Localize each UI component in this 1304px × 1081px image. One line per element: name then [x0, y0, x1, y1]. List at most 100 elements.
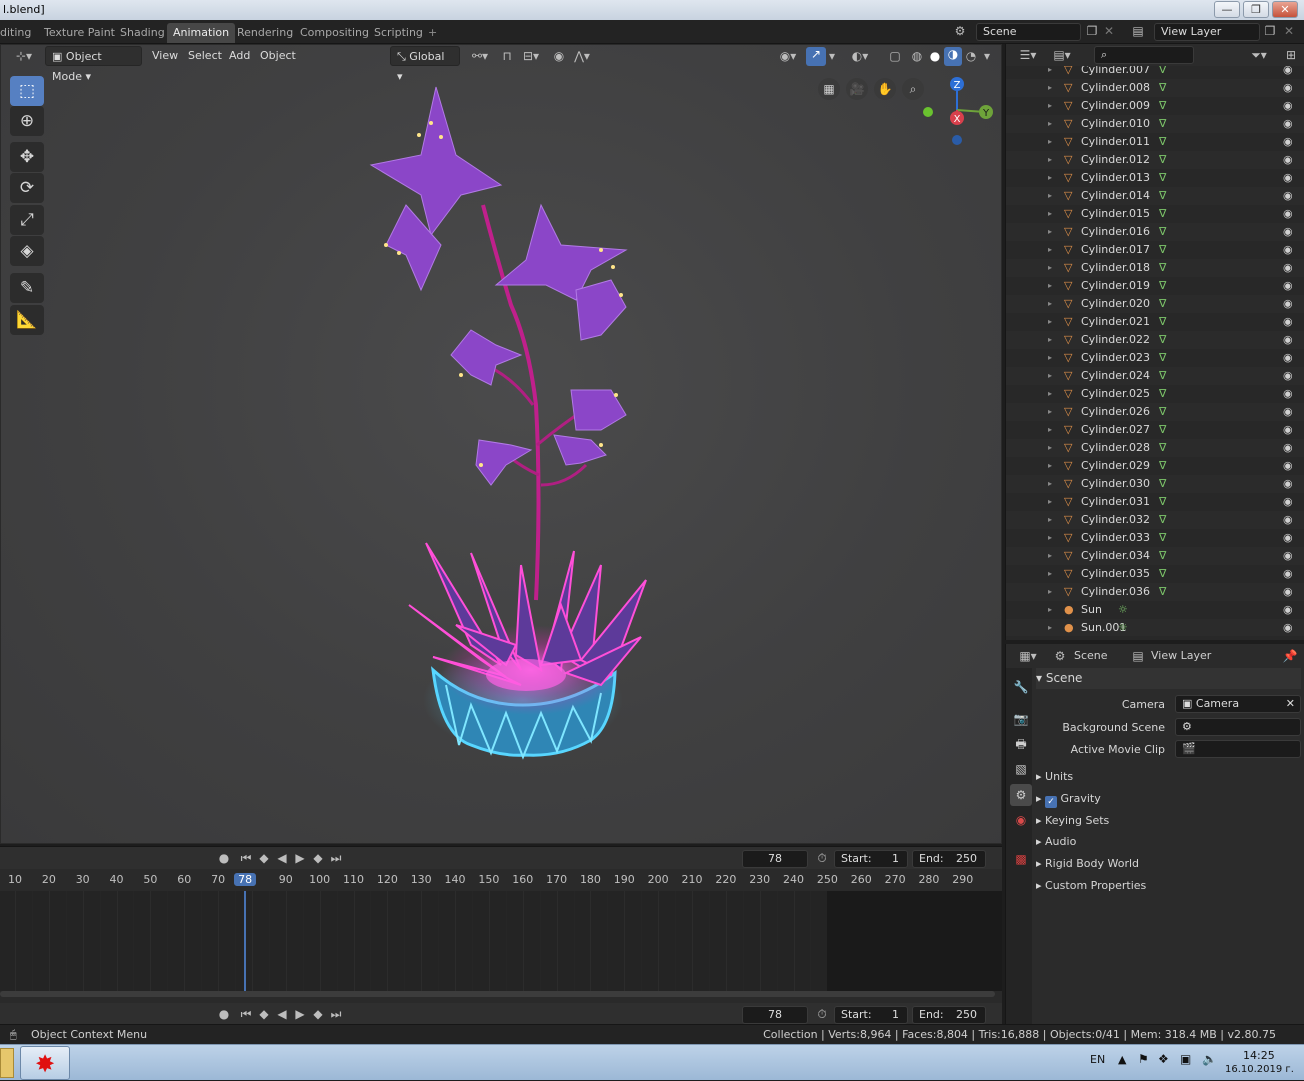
object-name[interactable]: Cylinder.020 — [1081, 295, 1150, 313]
object-name[interactable]: Cylinder.028 — [1081, 439, 1150, 457]
pin-icon[interactable]: 📌 — [1282, 649, 1298, 663]
object-name[interactable]: Cylinder.035 — [1081, 565, 1150, 583]
mode-dropdown[interactable]: ▣ Object Mode ▾ — [45, 46, 142, 83]
jump-start-icon[interactable]: ⏮ — [238, 851, 254, 866]
snap-icon[interactable]: ⊓ — [498, 49, 516, 63]
eye-icon[interactable]: ◉ — [1283, 583, 1293, 601]
language-indicator[interactable]: EN — [1090, 1053, 1105, 1066]
delete-scene-icon[interactable]: ✕ — [1102, 24, 1116, 38]
expand-arrow-icon[interactable]: ▸ — [1048, 241, 1052, 259]
snap-target-icon[interactable]: ⊟▾ — [518, 49, 544, 63]
expand-arrow-icon[interactable]: ▸ — [1048, 565, 1052, 583]
scene-tab-icon[interactable]: ⚙ — [1010, 784, 1032, 806]
play-icon[interactable]: ▶ — [292, 851, 308, 865]
new-collection-icon[interactable]: ⊞ — [1282, 48, 1300, 62]
camera-field[interactable]: ▣ Camera ✕ — [1175, 695, 1301, 713]
eye-icon[interactable]: ◉ — [1283, 115, 1293, 133]
outliner-row[interactable]: ▸ ▽ Cylinder.011 ∇ ◉ — [1006, 133, 1304, 151]
clear-camera-icon[interactable]: ✕ — [1286, 696, 1295, 712]
scene-panel-header[interactable]: ▾ Scene — [1036, 668, 1301, 689]
tab-shading[interactable]: Shading — [114, 23, 171, 43]
mesh-data-icon[interactable]: ∇ — [1159, 475, 1166, 493]
object-name[interactable]: Cylinder.012 — [1081, 151, 1150, 169]
wireframe-shading-icon[interactable]: ◍ — [908, 49, 926, 63]
expand-arrow-icon[interactable]: ▸ — [1048, 205, 1052, 223]
outliner-row[interactable]: ▸ ▽ Cylinder.023 ∇ ◉ — [1006, 349, 1304, 367]
object-name[interactable]: Cylinder.021 — [1081, 313, 1150, 331]
object-name[interactable]: Cylinder.015 — [1081, 205, 1150, 223]
mesh-data-icon[interactable]: ∇ — [1159, 169, 1166, 187]
stopwatch-icon[interactable]: ⏱ — [814, 1007, 830, 1022]
scale-tool[interactable]: ⤢ — [10, 205, 44, 235]
mesh-data-icon[interactable]: ∇ — [1159, 439, 1166, 457]
tray-expand-icon[interactable]: ▲ — [1118, 1053, 1126, 1066]
expand-arrow-icon[interactable]: ▸ — [1048, 151, 1052, 169]
tab-scripting[interactable]: Scripting — [368, 23, 429, 43]
expand-arrow-icon[interactable]: ▸ — [1048, 97, 1052, 115]
expand-arrow-icon[interactable]: ▸ — [1048, 133, 1052, 151]
expand-arrow-icon[interactable]: ▸ — [1048, 331, 1052, 349]
record-icon[interactable]: ● — [216, 1007, 232, 1021]
mesh-data-icon[interactable]: ∇ — [1159, 115, 1166, 133]
outliner-row[interactable]: ▸ ▽ Cylinder.019 ∇ ◉ — [1006, 277, 1304, 295]
mesh-data-icon[interactable]: ∇ — [1159, 277, 1166, 295]
mesh-data-icon[interactable]: ∇ — [1159, 565, 1166, 583]
delete-view-layer-icon[interactable]: ✕ — [1282, 24, 1296, 38]
units-panel[interactable]: ▸ Units — [1036, 766, 1301, 787]
mesh-data-icon[interactable]: ∇ — [1159, 385, 1166, 403]
jump-start-icon[interactable]: ⏮ — [238, 1007, 254, 1022]
mesh-data-icon[interactable]: ∇ — [1159, 133, 1166, 151]
eye-icon[interactable]: ◉ — [1283, 151, 1293, 169]
timeline-scrollbar[interactable] — [0, 991, 995, 997]
prev-keyframe-icon[interactable]: ◆ — [256, 1007, 272, 1021]
outliner-row[interactable]: ▸ ▽ Cylinder.025 ∇ ◉ — [1006, 385, 1304, 403]
outliner-row[interactable]: ▸ ● Sun.001 ☼ ◉ — [1006, 619, 1304, 636]
next-keyframe-icon[interactable]: ◆ — [310, 851, 326, 865]
volume-icon[interactable]: 🔈 — [1202, 1052, 1217, 1066]
rigid-body-world-panel[interactable]: ▸ Rigid Body World — [1036, 853, 1301, 874]
eye-icon[interactable]: ◉ — [1283, 619, 1293, 636]
object-name[interactable]: Cylinder.027 — [1081, 421, 1150, 439]
outliner-row[interactable]: ▸ ▽ Cylinder.024 ∇ ◉ — [1006, 367, 1304, 385]
display-mode-icon[interactable]: ▤▾ — [1048, 48, 1076, 62]
expand-arrow-icon[interactable]: ▸ — [1048, 223, 1052, 241]
expand-arrow-icon[interactable]: ▸ — [1048, 79, 1052, 97]
object-name[interactable]: Cylinder.033 — [1081, 529, 1150, 547]
eye-icon[interactable]: ◉ — [1283, 493, 1293, 511]
expand-arrow-icon[interactable]: ▸ — [1048, 547, 1052, 565]
expand-arrow-icon[interactable]: ▸ — [1048, 349, 1052, 367]
jump-end-icon[interactable]: ⏭ — [328, 1007, 344, 1022]
eye-icon[interactable]: ◉ — [1283, 529, 1293, 547]
outliner-row[interactable]: ▸ ▽ Cylinder.032 ∇ ◉ — [1006, 511, 1304, 529]
filter-icon[interactable]: ⏷▾ — [1246, 48, 1272, 63]
falloff-icon[interactable]: ⋀▾ — [568, 49, 596, 63]
play-reverse-icon[interactable]: ◀ — [274, 1007, 290, 1021]
tab-compositing[interactable]: Compositing — [294, 23, 375, 43]
eye-icon[interactable]: ◉ — [1283, 169, 1293, 187]
expand-arrow-icon[interactable]: ▸ — [1048, 403, 1052, 421]
mesh-data-icon[interactable]: ∇ — [1159, 547, 1166, 565]
object-name[interactable]: Cylinder.026 — [1081, 403, 1150, 421]
new-scene-icon[interactable]: ❐ — [1084, 24, 1100, 38]
maximize-button[interactable]: ❐ — [1243, 1, 1269, 18]
mesh-data-icon[interactable]: ∇ — [1159, 367, 1166, 385]
camera-view-icon[interactable]: 🎥 — [846, 78, 868, 100]
eye-icon[interactable]: ◉ — [1283, 223, 1293, 241]
transform-tool[interactable]: ◈ — [10, 236, 44, 266]
expand-arrow-icon[interactable]: ▸ — [1048, 511, 1052, 529]
output-tab-icon[interactable]: 🖶 — [1010, 733, 1032, 755]
custom-properties-panel[interactable]: ▸ Custom Properties — [1036, 875, 1301, 896]
tool-tab-icon[interactable]: 🔧 — [1010, 676, 1032, 698]
active-movie-clip-field[interactable]: 🎬 — [1175, 740, 1301, 758]
eye-icon[interactable]: ◉ — [1283, 457, 1293, 475]
properties-editor[interactable]: ▦▾ ⚙ Scene ▤ View Layer 📌 🔧 📷 🖶 ▧ ⚙ ◉ ▩ … — [1005, 644, 1304, 1024]
object-name[interactable]: Cylinder.007 — [1081, 66, 1150, 79]
eye-icon[interactable]: ◉ — [1283, 187, 1293, 205]
cursor-tool[interactable]: ⊕ — [10, 106, 44, 136]
transform-orientation-dropdown[interactable]: ⤡ Global ▾ — [390, 46, 460, 83]
mesh-data-icon[interactable]: ∇ — [1159, 349, 1166, 367]
eye-icon[interactable]: ◉ — [1283, 313, 1293, 331]
outliner-row[interactable]: ▸ ▽ Cylinder.031 ∇ ◉ — [1006, 493, 1304, 511]
mesh-data-icon[interactable]: ∇ — [1159, 493, 1166, 511]
start-frame-field[interactable]: Start: 1 — [834, 850, 908, 868]
